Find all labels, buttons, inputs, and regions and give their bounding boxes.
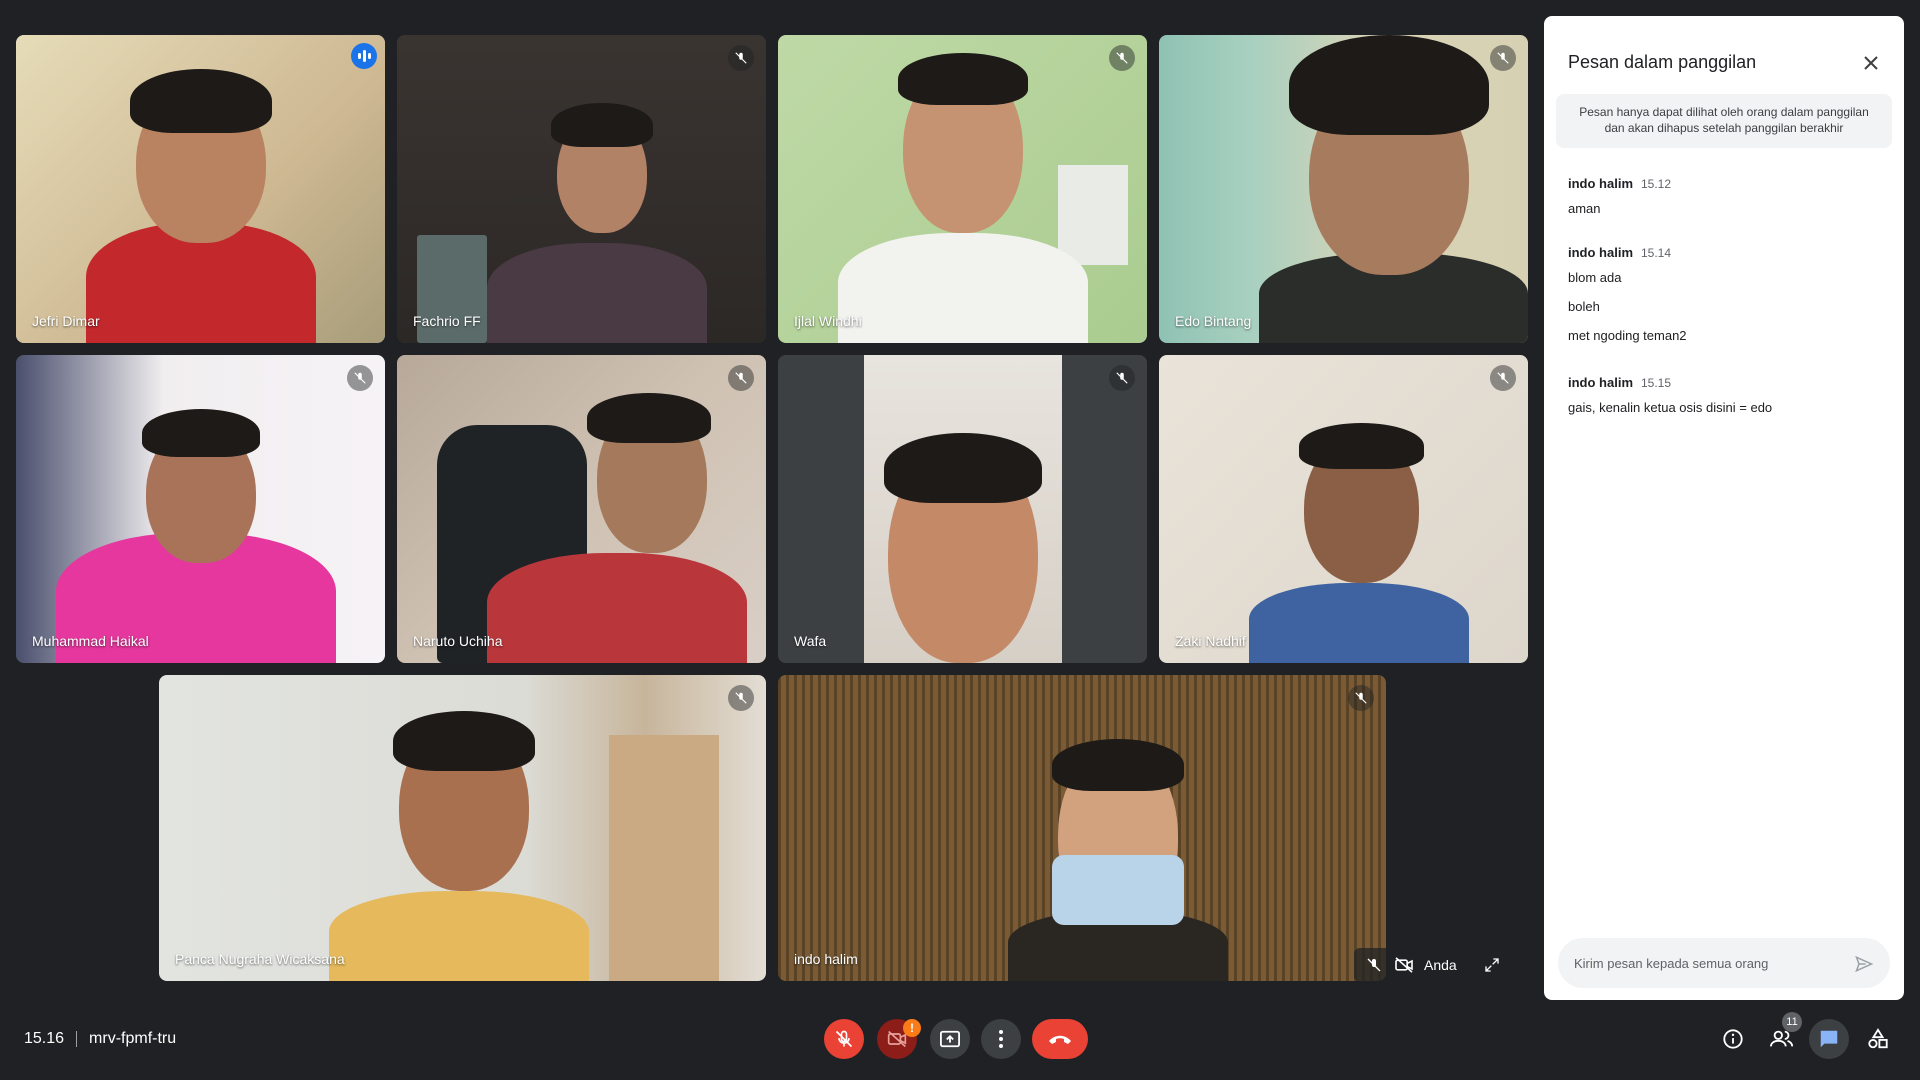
participant-tile[interactable]: Zaki Nadhif	[1159, 355, 1528, 663]
message-group: indo halim 15.15 gais, kenalin ketua osis…	[1568, 375, 1888, 415]
self-view-label: Anda	[1424, 957, 1457, 973]
activities-button[interactable]	[1858, 1019, 1898, 1059]
meeting-time: 15.16	[24, 1030, 65, 1047]
participant-silhouette	[329, 711, 589, 981]
speaking-indicator-icon	[351, 43, 377, 69]
message-time: 15.14	[1641, 246, 1672, 260]
participant-silhouette	[477, 103, 717, 343]
video-feed	[397, 355, 766, 663]
message-text: gais, kenalin ketua osis disini = edo	[1568, 400, 1773, 415]
camera-off-icon[interactable]	[1394, 955, 1414, 975]
message-sender: indo halim	[1568, 176, 1633, 191]
participant-name: Edo Bintang	[1175, 313, 1252, 329]
participant-tile[interactable]: Wafa	[778, 355, 1147, 663]
close-icon	[1864, 56, 1878, 70]
present-icon	[940, 1030, 960, 1048]
video-feed	[16, 35, 385, 343]
message-group: indo halim 15.12 aman	[1568, 176, 1888, 216]
divider	[76, 1031, 78, 1047]
participant-name: Panca Nugraha Wicaksana	[175, 951, 345, 967]
participant-name: Zaki Nadhif	[1175, 633, 1246, 649]
activities-icon	[1868, 1028, 1888, 1049]
mic-off-icon	[728, 45, 754, 71]
participant-name: Wafa	[794, 633, 827, 649]
message-text: aman	[1568, 201, 1601, 216]
participant-silhouette	[1008, 739, 1228, 981]
participant-silhouette	[487, 383, 747, 663]
participant-tile[interactable]: Fachrio FF	[397, 35, 766, 343]
video-feed	[778, 675, 1386, 981]
participant-count-badge: 11	[1782, 1012, 1802, 1032]
message-time: 15.12	[1641, 177, 1672, 191]
video-feed	[159, 675, 766, 981]
participant-name: Naruto Uchiha	[413, 633, 503, 649]
participant-tile[interactable]: Jefri Dimar	[16, 35, 385, 343]
video-feed	[16, 355, 385, 663]
people-icon	[1770, 1030, 1794, 1047]
video-feed	[1159, 35, 1528, 343]
chat-title: Pesan dalam panggilan	[1568, 52, 1757, 72]
mic-off-icon[interactable]	[1364, 955, 1384, 975]
mic-off-icon	[835, 1030, 853, 1048]
chat-icon	[1820, 1030, 1838, 1048]
send-message-button[interactable]	[1850, 950, 1878, 978]
message-sender: indo halim	[1568, 245, 1633, 260]
participant-silhouette	[874, 433, 1052, 663]
participant-silhouette	[56, 403, 336, 663]
chat-notice: Pesan hanya dapat dilihat oleh orang dal…	[1556, 94, 1892, 148]
self-view-controls: Anda	[1354, 948, 1512, 982]
mic-off-icon	[1490, 365, 1516, 391]
chat-panel: Pesan dalam panggilan Pesan hanya dapat …	[1544, 16, 1904, 1000]
participant-silhouette	[86, 43, 316, 343]
close-chat-button[interactable]	[1856, 48, 1886, 78]
participant-silhouette	[1249, 35, 1528, 343]
more-vert-icon	[999, 1030, 1003, 1048]
participant-tile[interactable]: Ijlal Windhi	[778, 35, 1147, 343]
video-feed	[397, 35, 766, 343]
mic-off-icon	[728, 685, 754, 711]
message-sender: indo halim	[1568, 375, 1633, 390]
mic-off-icon	[1490, 45, 1516, 71]
participant-silhouette	[1249, 423, 1469, 663]
participant-name: Fachrio FF	[413, 313, 481, 329]
participant-tile[interactable]: Naruto Uchiha	[397, 355, 766, 663]
call-end-icon	[1049, 1035, 1071, 1044]
participant-tile[interactable]: Muhammad Haikal	[16, 355, 385, 663]
toggle-mic-button[interactable]	[824, 1019, 864, 1059]
leave-call-button[interactable]	[1032, 1019, 1088, 1059]
more-options-button[interactable]	[981, 1019, 1021, 1059]
chat-button[interactable]	[1809, 1019, 1849, 1059]
message-time: 15.15	[1641, 376, 1672, 390]
send-icon	[1855, 955, 1874, 973]
video-feed	[778, 35, 1147, 343]
info-icon	[1723, 1029, 1743, 1049]
expand-icon[interactable]	[1482, 955, 1502, 975]
present-screen-button[interactable]	[930, 1019, 970, 1059]
participant-name: indo halim	[794, 951, 858, 967]
participant-silhouette	[838, 43, 1088, 343]
meeting-info: 15.16 mrv-fpmf-tru	[24, 1030, 176, 1048]
message-text: blom ada	[1568, 270, 1622, 285]
meeting-code[interactable]: mrv-fpmf-tru	[89, 1030, 176, 1048]
participant-name: Muhammad Haikal	[32, 633, 149, 649]
video-feed	[778, 355, 1147, 663]
mic-off-icon	[1348, 685, 1374, 711]
message-text: boleh	[1568, 299, 1600, 314]
mic-off-icon	[728, 365, 754, 391]
meeting-details-button[interactable]	[1713, 1019, 1753, 1059]
chat-message-input[interactable]	[1558, 938, 1890, 988]
participant-name: Jefri Dimar	[32, 313, 100, 329]
participant-tile[interactable]: indo halim	[778, 675, 1386, 981]
video-feed	[1159, 355, 1528, 663]
mic-off-icon	[347, 365, 373, 391]
message-group: indo halim 15.14 blom ada boleh met ngodi…	[1568, 245, 1888, 343]
participant-tile[interactable]: Edo Bintang	[1159, 35, 1528, 343]
camera-warning-badge: !	[903, 1019, 921, 1037]
participant-tile[interactable]: Panca Nugraha Wicaksana	[159, 675, 766, 981]
participant-name: Ijlal Windhi	[794, 313, 862, 329]
mic-off-icon	[1109, 45, 1135, 71]
mic-off-icon	[1109, 365, 1135, 391]
message-text: met ngoding teman2	[1568, 328, 1687, 343]
